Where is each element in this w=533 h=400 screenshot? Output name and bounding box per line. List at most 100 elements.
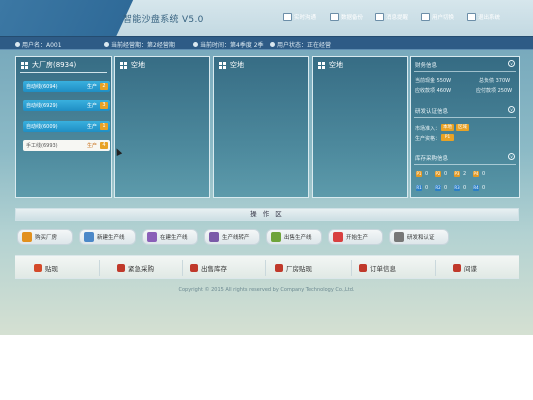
user-dot-icon bbox=[15, 42, 20, 47]
info-side-panel: 财务信息 v 当前现金 550W 总负债 370W 应收款项 460W 应付款项… bbox=[410, 56, 520, 198]
order-info-button[interactable]: 订单信息 bbox=[359, 263, 396, 273]
discount-button[interactable]: 贴现 bbox=[34, 263, 58, 273]
chevron-down-icon[interactable]: v bbox=[508, 153, 515, 160]
chevron-down-icon[interactable]: v bbox=[508, 60, 515, 67]
logout-label: 退出系统 bbox=[478, 15, 501, 21]
stock-icon bbox=[190, 264, 198, 272]
material-qty: 0 bbox=[463, 185, 467, 191]
empty-lot-panel-3[interactable]: 空地 bbox=[312, 56, 408, 198]
sell-icon bbox=[271, 232, 281, 242]
finance-receivable: 应收款项 460W bbox=[415, 88, 452, 94]
material-badge: R4 bbox=[473, 185, 479, 191]
order-icon bbox=[359, 264, 367, 272]
product-badge: P1 bbox=[416, 171, 422, 177]
product-badge: P3 bbox=[454, 171, 460, 177]
finance-cash: 当前现金 550W bbox=[415, 78, 452, 84]
info-bar: 用户名：A001 当前经营期：第2经营期 当前时间：第4季度 2季 用户状态：正… bbox=[0, 36, 533, 50]
material-badge: R3 bbox=[454, 185, 460, 191]
logout-button[interactable]: 退出系统 bbox=[467, 12, 500, 22]
material-badge: R2 bbox=[435, 185, 441, 191]
backup-button[interactable]: 数据备份 bbox=[330, 12, 363, 22]
backup-label: 数据备份 bbox=[341, 15, 364, 21]
plant-icon bbox=[275, 264, 283, 272]
new-line-button[interactable]: 新建生产线 bbox=[79, 229, 136, 245]
building-line-button[interactable]: 在建生产线 bbox=[142, 229, 198, 245]
discount-icon bbox=[34, 264, 42, 272]
header: 智能沙盘系统 V5.0 实时沟通 数据备份 消息提醒 用户切换 退出系统 bbox=[0, 0, 533, 36]
production-line-item[interactable]: 自动线(6929) 生产 3 bbox=[23, 100, 110, 111]
switch-icon bbox=[209, 232, 219, 242]
clock-icon bbox=[193, 42, 198, 47]
production-line-item[interactable]: 自动线(6094) 生产 2 bbox=[23, 81, 110, 92]
market-chip: 区域 bbox=[456, 124, 469, 131]
product-badge: P2 bbox=[435, 171, 441, 177]
market-chip: 本地 bbox=[441, 124, 454, 131]
mail-icon bbox=[375, 13, 384, 21]
purchase-icon bbox=[117, 264, 125, 272]
start-icon bbox=[333, 232, 343, 242]
info-time: 当前时间：第4季度 2季 bbox=[193, 40, 264, 49]
divider bbox=[435, 260, 436, 276]
buy-plant-button[interactable]: 购买厂房 bbox=[17, 229, 73, 245]
plant-panel-main[interactable]: 大厂房(8934) 自动线(6094) 生产 2 自动线(6929) 生产 3 … bbox=[15, 56, 112, 198]
divider bbox=[414, 117, 516, 118]
tools-icon bbox=[84, 232, 94, 242]
empty-lot-panel-2[interactable]: 空地 bbox=[213, 56, 309, 198]
divider bbox=[414, 71, 516, 72]
grid-icon bbox=[120, 61, 127, 69]
empty-lot-panel-1[interactable]: 空地 bbox=[114, 56, 210, 198]
research-button[interactable]: 研发和认证 bbox=[389, 229, 449, 245]
chevron-down-icon[interactable]: v bbox=[508, 106, 515, 113]
product-qty: 0 bbox=[425, 171, 429, 177]
grid-icon bbox=[21, 61, 28, 69]
grid-icon bbox=[219, 61, 226, 69]
sell-line-button[interactable]: 出售生产线 bbox=[266, 229, 322, 245]
finance-title: 财务信息 bbox=[415, 63, 438, 69]
spy-button[interactable]: 间谍 bbox=[453, 263, 477, 273]
divider bbox=[182, 260, 183, 276]
message-label: 消息提醒 bbox=[386, 15, 409, 21]
chat-button[interactable]: 实时沟通 bbox=[283, 12, 316, 22]
sell-stock-button[interactable]: 出售库存 bbox=[190, 263, 227, 273]
finance-debt: 总负债 370W bbox=[479, 78, 511, 84]
switch-user-button[interactable]: 用户切换 bbox=[421, 12, 454, 22]
grid-icon bbox=[318, 61, 325, 69]
empty-lot-title: 空地 bbox=[318, 60, 343, 70]
power-icon bbox=[467, 13, 476, 21]
divider bbox=[99, 260, 100, 276]
chat-icon bbox=[283, 13, 292, 21]
period-dot-icon bbox=[104, 42, 109, 47]
status-dot-icon bbox=[270, 42, 275, 47]
info-status: 用户状态：正在经营 bbox=[270, 40, 331, 49]
product-qty: 0 bbox=[444, 171, 448, 177]
message-button[interactable]: 消息提醒 bbox=[375, 12, 408, 22]
research-icon bbox=[394, 232, 404, 242]
empty-lot-title: 空地 bbox=[219, 60, 244, 70]
product-badge: P4 bbox=[473, 171, 479, 177]
material-qty: 0 bbox=[482, 185, 486, 191]
house-icon bbox=[22, 232, 32, 242]
production-qual-label: 生产资格： bbox=[415, 136, 441, 142]
start-production-button[interactable]: 开始生产 bbox=[328, 229, 383, 245]
divider bbox=[351, 260, 352, 276]
qual-chip: P1 bbox=[441, 134, 454, 141]
convert-line-button[interactable]: 生产线转产 bbox=[204, 229, 260, 245]
divider bbox=[265, 260, 266, 276]
divider bbox=[20, 72, 107, 73]
backup-icon bbox=[330, 13, 339, 21]
empty-lot-title: 空地 bbox=[120, 60, 145, 70]
spy-icon bbox=[453, 264, 461, 272]
operation-area-header: 操 作 区 bbox=[15, 208, 519, 221]
production-line-item[interactable]: 手工线(6993) 生产 4 bbox=[23, 140, 110, 151]
research-title: 研发认证信息 bbox=[415, 109, 449, 115]
bottom-toolbar: 贴现 紧急采购 出售库存 厂房贴现 订单信息 间谍 bbox=[15, 255, 519, 279]
emergency-purchase-button[interactable]: 紧急采购 bbox=[117, 263, 154, 273]
material-qty: 0 bbox=[425, 185, 429, 191]
production-line-item[interactable]: 自动线(6009) 生产 1 bbox=[23, 121, 110, 132]
divider bbox=[414, 164, 516, 165]
app-title: 智能沙盘系统 V5.0 bbox=[123, 15, 204, 25]
build-icon bbox=[147, 232, 157, 242]
material-qty: 0 bbox=[444, 185, 448, 191]
user-icon bbox=[421, 13, 430, 21]
plant-discount-button[interactable]: 厂房贴现 bbox=[275, 263, 312, 273]
